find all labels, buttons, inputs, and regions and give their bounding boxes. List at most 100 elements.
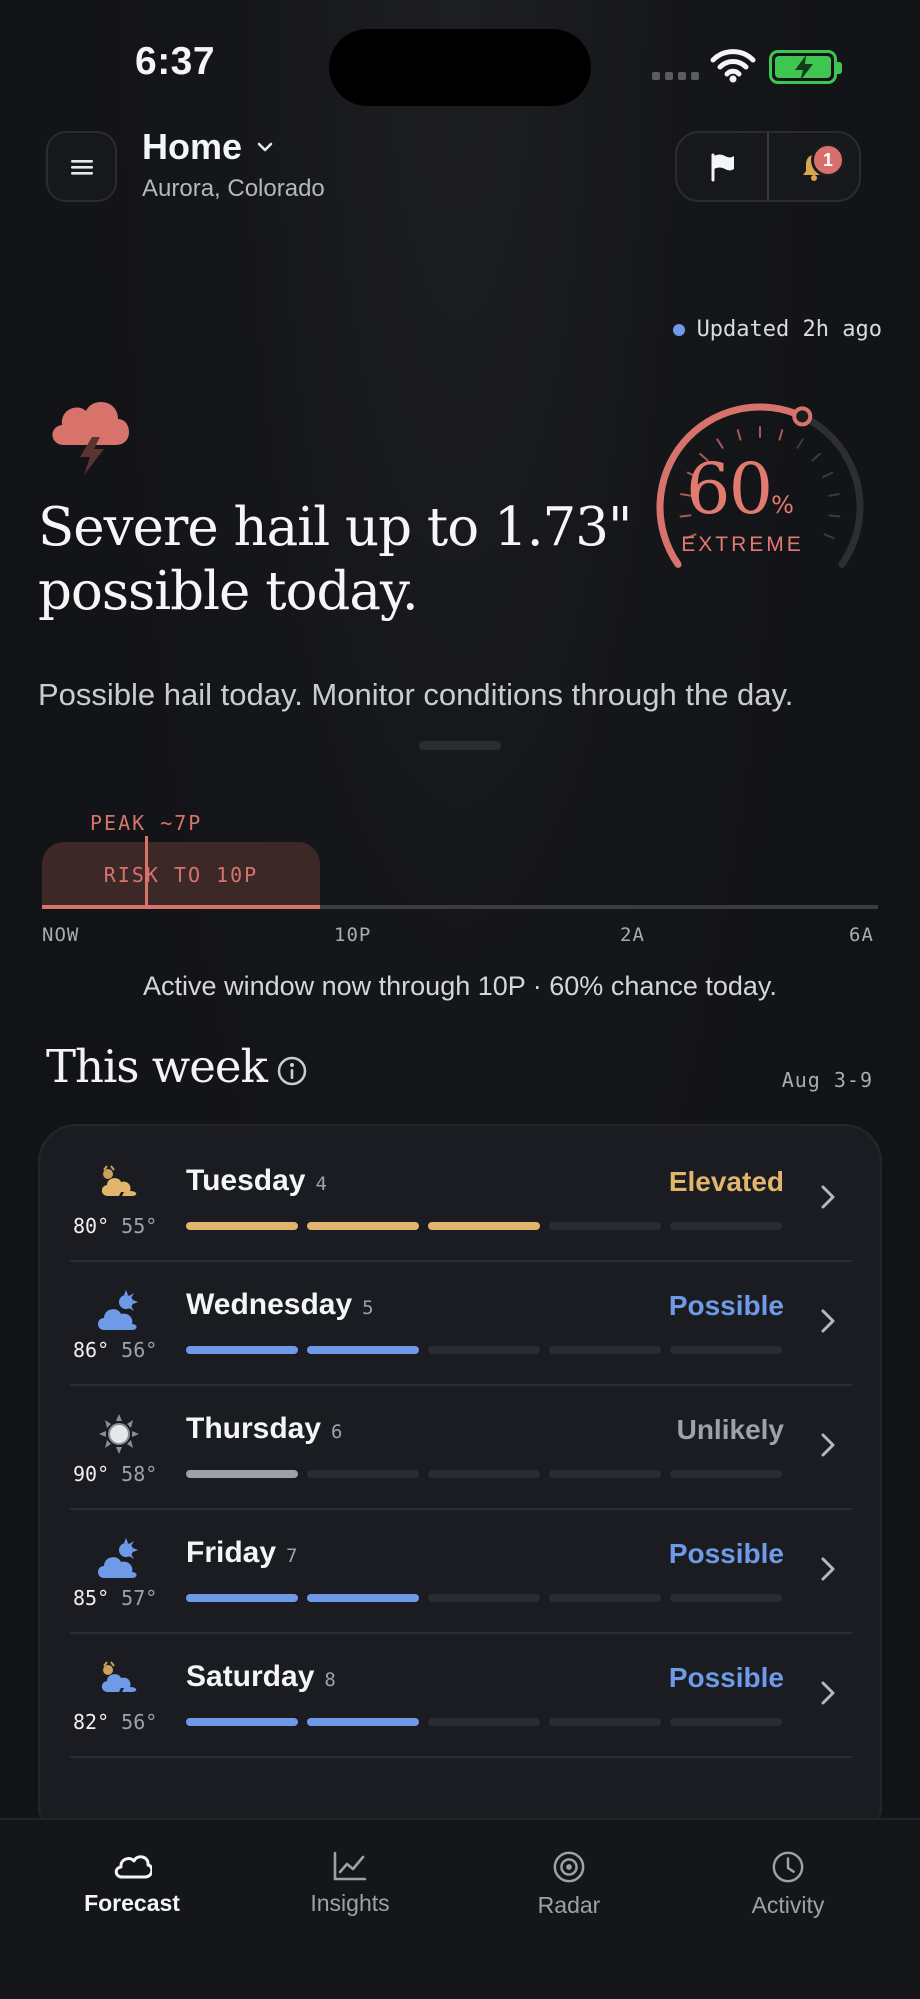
day-number: 6 (331, 1421, 343, 1443)
wifi-icon (710, 49, 756, 83)
risk-value: 60 (686, 448, 773, 530)
day-row-thursday[interactable]: 90° 58° Thursday 6 Unlikely (70, 1386, 852, 1510)
hail-description: Possible hail today. Monitor conditions … (38, 677, 794, 712)
risk-level: Elevated (668, 1166, 784, 1197)
chevron-right-icon (821, 1185, 835, 1209)
risk-bars (186, 1594, 782, 1602)
partly-cloudy-icon (98, 1538, 138, 1578)
risk-bar-segment (428, 1594, 540, 1602)
hamburger-icon (70, 159, 93, 175)
day-temps: 90° 58° (73, 1462, 157, 1486)
tab-activity[interactable]: Activity (688, 1850, 888, 1919)
risk-bar-segment (670, 1346, 782, 1354)
dynamic-island (329, 29, 591, 106)
gauge-tick (828, 514, 841, 518)
day-row-tuesday[interactable]: 80° 55° Tuesday 4 Elevated (70, 1138, 852, 1262)
risk-unit: % (771, 491, 794, 519)
risk-bar-segment (549, 1718, 661, 1726)
gauge-tick (796, 438, 804, 449)
thunderstorm-icon (52, 401, 129, 475)
day-name: Tuesday 4 (186, 1164, 327, 1198)
drag-handle[interactable] (419, 741, 501, 750)
risk-bar-segment (549, 1222, 661, 1230)
high-temp: 86° (73, 1338, 110, 1362)
risk-bar-segment (186, 1470, 298, 1478)
risk-bars (186, 1718, 782, 1726)
gauge-tick (822, 471, 834, 478)
day-number: 5 (362, 1297, 374, 1319)
timeline-tick: NOW (42, 924, 80, 946)
header-actions: 1 (675, 131, 861, 202)
day-label: Friday (186, 1536, 277, 1569)
day-row-friday[interactable]: 85° 57° Friday 7 Possible (70, 1510, 852, 1634)
tab-bar: Forecast Insights Radar Activity (0, 1818, 920, 1999)
risk-bar-segment (670, 1470, 782, 1478)
chevron-right-icon (821, 1681, 835, 1705)
low-temp: 55° (121, 1214, 158, 1238)
cloud-icon (114, 1855, 152, 1879)
day-temps: 85° 57° (73, 1586, 157, 1610)
location-selector[interactable]: Home (142, 126, 274, 168)
low-temp: 56° (121, 1338, 158, 1362)
risk-bars (186, 1222, 782, 1230)
day-label: Tuesday (186, 1164, 306, 1197)
low-temp: 56° (121, 1710, 158, 1734)
risk-level: Possible (668, 1662, 784, 1693)
risk-bar-segment (428, 1718, 540, 1726)
week-forecast-list: 80° 55° Tuesday 4 Elevated 86° 56° Wednesday 5… (38, 1124, 882, 1844)
high-temp: 90° (73, 1462, 110, 1486)
risk-bar-segment (307, 1718, 419, 1726)
updated-text: Updated 2h ago (696, 317, 882, 342)
timeline-tick: 6A (849, 924, 874, 946)
report-button[interactable] (677, 133, 767, 200)
risk-window: RISK TO 10P (42, 842, 320, 907)
day-number: 8 (324, 1669, 336, 1691)
day-temps: 80° 55° (73, 1214, 157, 1238)
location-subtitle: Aurora, Colorado (142, 175, 325, 202)
chevron-right-icon (821, 1557, 835, 1581)
high-temp: 80° (73, 1214, 110, 1238)
day-name: Saturday 8 (186, 1660, 336, 1694)
chevron-right-icon (821, 1433, 835, 1457)
notifications-button[interactable]: 1 (769, 133, 859, 200)
risk-bar-segment (307, 1470, 419, 1478)
risk-bar-segment (307, 1594, 419, 1602)
day-label: Saturday (186, 1660, 315, 1693)
day-row-saturday[interactable]: 82° 56° Saturday 8 Possible (70, 1634, 852, 1758)
low-temp: 57° (121, 1586, 158, 1610)
risk-bar-segment (549, 1594, 661, 1602)
timeline-tick: 10P (334, 924, 372, 946)
risk-bar-segment (670, 1594, 782, 1602)
active-window-summary: Active window now through 10P · 60% chan… (143, 971, 777, 1001)
risk-bar-segment (428, 1346, 540, 1354)
status-dot (672, 323, 685, 336)
gauge-tick (828, 493, 840, 497)
risk-bar-segment (186, 1222, 298, 1230)
day-temps: 86° 56° (73, 1338, 157, 1362)
risk-level: Possible (668, 1290, 784, 1321)
tab-radar[interactable]: Radar (469, 1850, 669, 1919)
risk-bars (186, 1346, 782, 1354)
day-row-wednesday[interactable]: 86° 56° Wednesday 5 Possible (70, 1262, 852, 1386)
sun-icon (99, 1414, 139, 1454)
low-temp: 58° (121, 1462, 158, 1486)
tab-forecast[interactable]: Forecast (32, 1850, 232, 1917)
risk-percentage: 60% (660, 448, 820, 530)
risk-level: Unlikely (676, 1414, 784, 1445)
menu-button[interactable] (46, 131, 117, 202)
risk-bar-segment (549, 1346, 661, 1354)
tab-insights[interactable]: Insights (250, 1850, 450, 1917)
chevron-down-icon (257, 142, 273, 152)
risk-bar-segment (307, 1346, 419, 1354)
info-icon[interactable] (276, 1055, 308, 1087)
day-name: Thursday 6 (186, 1412, 342, 1446)
peak-marker (145, 836, 148, 907)
status-time: 6:37 (135, 40, 216, 83)
battery-charging-icon (769, 50, 842, 84)
partly-cloudy-icon (98, 1290, 138, 1330)
timeline-tick: 2A (620, 924, 645, 946)
risk-bar-segment (428, 1222, 540, 1230)
high-temp: 85° (73, 1586, 110, 1610)
flag-icon (711, 153, 734, 181)
risk-bar-segment (186, 1718, 298, 1726)
